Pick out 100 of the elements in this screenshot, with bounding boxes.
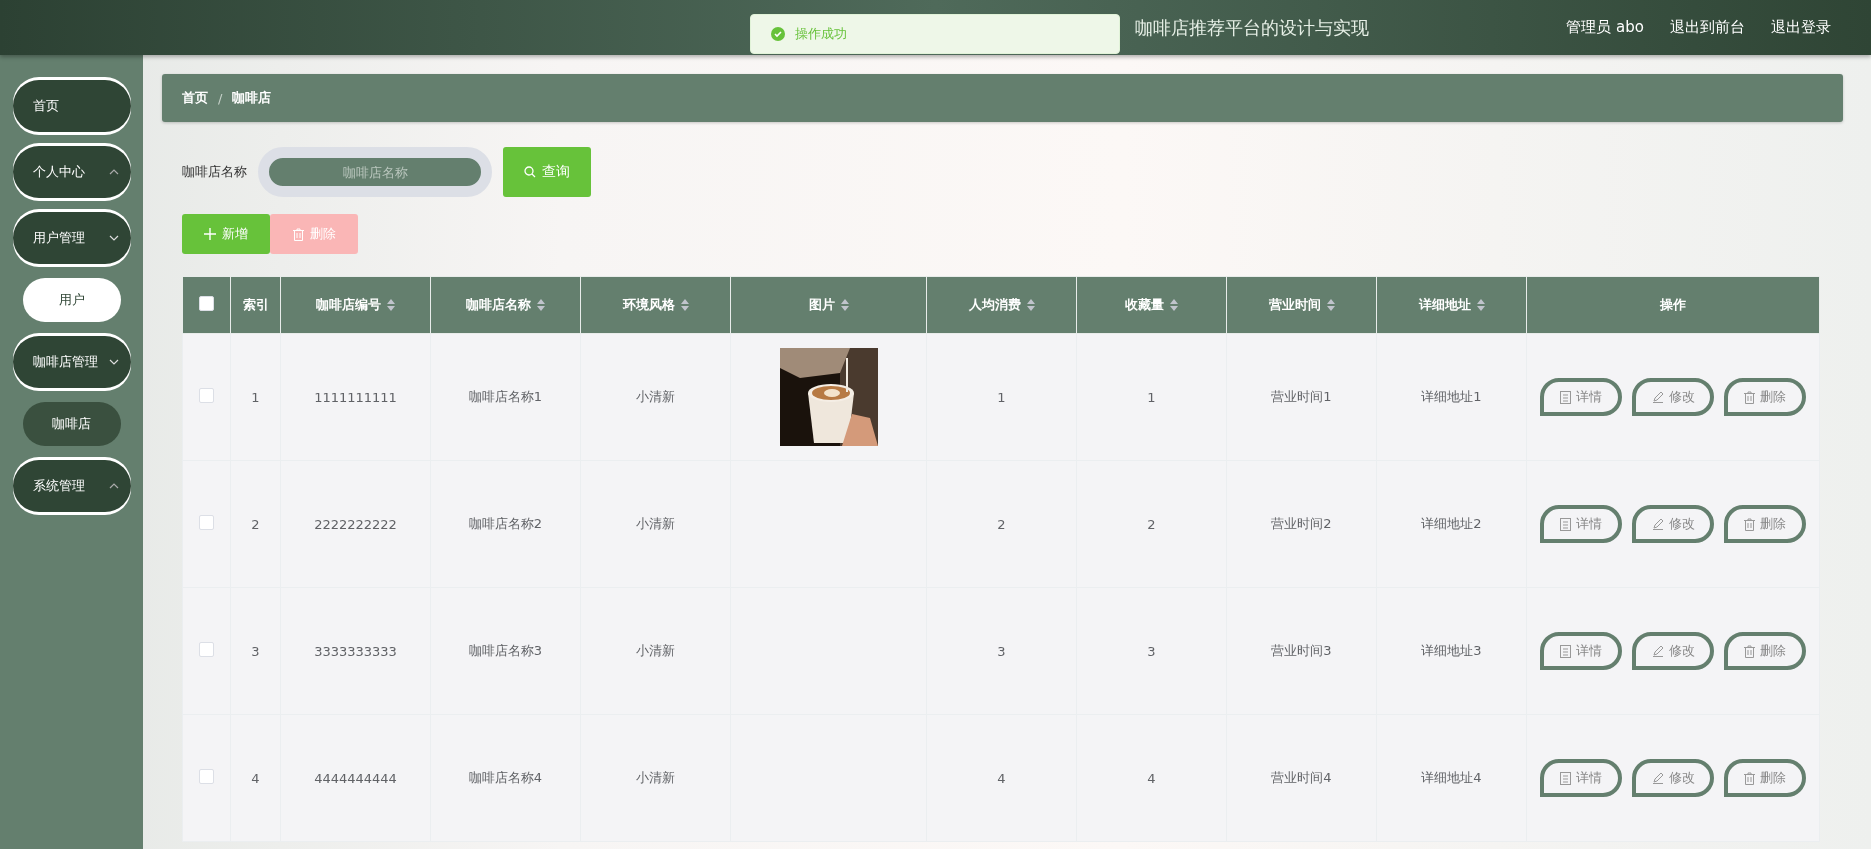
menu-item[interactable]: 用户管理: [12, 212, 131, 264]
search-button[interactable]: 查询: [503, 147, 591, 197]
row-checkbox[interactable]: [199, 388, 214, 403]
document-icon: [1560, 771, 1571, 785]
column-header[interactable]: 咖啡店名称: [430, 276, 581, 334]
document-icon: [1560, 390, 1571, 404]
edit-button[interactable]: 修改: [1632, 378, 1714, 416]
table-cell: 4: [926, 714, 1077, 842]
edit-button[interactable]: 修改: [1632, 505, 1714, 543]
delete-button[interactable]: 删除: [1724, 378, 1806, 416]
breadcrumb-separator: /: [218, 90, 223, 106]
pencil-icon: [1651, 772, 1664, 784]
table-cell: 1: [230, 333, 281, 461]
row-checkbox[interactable]: [199, 642, 214, 657]
check-circle-icon: [771, 27, 785, 41]
table-cell: 详细地址3: [1376, 587, 1527, 715]
pencil-icon: [1651, 391, 1664, 403]
table-cell: 4: [230, 714, 281, 842]
sort-icon[interactable]: [1026, 299, 1035, 311]
trash-icon: [1744, 390, 1755, 404]
select-all-checkbox[interactable]: [199, 296, 214, 311]
table-cell: 营业时间1: [1226, 333, 1377, 461]
table-cell: 咖啡店名称4: [430, 714, 581, 842]
trash-icon: [1744, 517, 1755, 531]
field-label: 咖啡店名称: [182, 163, 247, 181]
table-cell: 3: [1076, 587, 1227, 715]
table-cell: 咖啡店名称3: [430, 587, 581, 715]
column-header[interactable]: 营业时间: [1226, 276, 1377, 334]
table-cell: 2222222222: [280, 460, 431, 588]
table-cell: 1: [1076, 333, 1227, 461]
edit-button[interactable]: 修改: [1632, 632, 1714, 670]
table-cell: 咖啡店名称2: [430, 460, 581, 588]
breadcrumb-item[interactable]: 咖啡店: [232, 89, 272, 107]
sort-icon[interactable]: [1170, 299, 1178, 311]
delete-button[interactable]: 删除: [1724, 759, 1806, 797]
sort-icon[interactable]: [537, 299, 545, 311]
table-cell: 咖啡店名称1: [430, 333, 581, 461]
search-icon: [524, 166, 536, 178]
column-header[interactable]: 收藏量: [1076, 276, 1227, 334]
sort-icon[interactable]: [680, 299, 689, 311]
detail-button[interactable]: 详情: [1540, 505, 1622, 543]
table-cell: 营业时间2: [1226, 460, 1377, 588]
table-cell: 1111111111: [280, 333, 431, 461]
table-cell: 小清新: [580, 333, 731, 461]
sort-icon[interactable]: [1476, 299, 1485, 311]
menu-item[interactable]: 首页: [12, 80, 131, 132]
document-icon: [1560, 644, 1571, 658]
detail-button[interactable]: 详情: [1540, 759, 1622, 797]
table-cell: 详细地址4: [1376, 714, 1527, 842]
menu-item[interactable]: 个人中心: [12, 146, 131, 198]
table-cell: 2: [230, 460, 281, 588]
edit-button[interactable]: 修改: [1632, 759, 1714, 797]
column-header[interactable]: 咖啡店编号: [280, 276, 431, 334]
pencil-icon: [1651, 645, 1664, 657]
table-cell: 1: [926, 333, 1077, 461]
trash-icon: [1744, 771, 1755, 785]
column-header[interactable]: 环境风格: [580, 276, 731, 334]
row-checkbox[interactable]: [199, 515, 214, 530]
submenu-item[interactable]: 用户: [22, 278, 121, 322]
add-button[interactable]: 新增: [182, 214, 270, 254]
column-header[interactable]: 详细地址: [1376, 276, 1527, 334]
app-title: 咖啡店推荐平台的设计与实现: [1135, 15, 1369, 40]
table-cell: 4: [1076, 714, 1227, 842]
header-link[interactable]: 退出到前台: [1670, 18, 1745, 37]
table-cell: 小清新: [580, 587, 731, 715]
detail-button[interactable]: 详情: [1540, 632, 1622, 670]
table-cell: 营业时间4: [1226, 714, 1377, 842]
menu-item[interactable]: 系统管理: [12, 460, 131, 512]
submenu-item[interactable]: 咖啡店: [22, 402, 121, 446]
column-header[interactable]: 人均消费: [926, 276, 1077, 334]
table-cell: 3: [230, 587, 281, 715]
pencil-icon: [1651, 518, 1664, 530]
table-cell: 小清新: [580, 714, 731, 842]
table-cell: 3: [926, 587, 1077, 715]
table-cell: 4444444444: [280, 714, 431, 842]
toast-message: 操作成功: [795, 25, 847, 43]
table-cell: 详细地址2: [1376, 460, 1527, 588]
row-checkbox[interactable]: [199, 769, 214, 784]
sort-icon[interactable]: [1326, 299, 1335, 311]
detail-button[interactable]: 详情: [1540, 378, 1622, 416]
column-header: 索引: [230, 276, 281, 334]
document-icon: [1560, 517, 1571, 531]
trash-icon: [1744, 644, 1755, 658]
table-cell: 2: [1076, 460, 1227, 588]
header-link[interactable]: 退出登录: [1771, 18, 1831, 37]
table-cell: 营业时间3: [1226, 587, 1377, 715]
table-cell: 小清新: [580, 460, 731, 588]
delete-button[interactable]: 删除: [1724, 505, 1806, 543]
menu-item[interactable]: 咖啡店管理: [12, 336, 131, 388]
delete-button[interactable]: 删除: [1724, 632, 1806, 670]
column-header: 操作: [1526, 276, 1820, 334]
table-cell: 详细地址1: [1376, 333, 1527, 461]
table-cell: 3333333333: [280, 587, 431, 715]
plus-icon: [204, 228, 216, 240]
header-link[interactable]: 管理员 abo: [1566, 18, 1644, 37]
sort-icon[interactable]: [840, 299, 849, 311]
breadcrumb-item[interactable]: 首页: [182, 89, 208, 107]
table-cell: 2: [926, 460, 1077, 588]
column-header[interactable]: 图片: [730, 276, 927, 334]
sort-icon[interactable]: [387, 299, 395, 311]
